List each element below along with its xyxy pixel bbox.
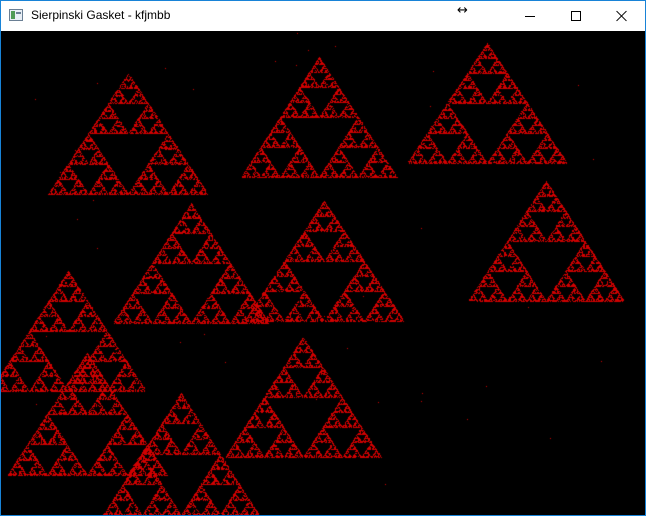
title-bar[interactable]: Sierpinski Gasket - kfjmbb ↔ (1, 1, 645, 31)
close-icon (616, 10, 628, 22)
maximize-button[interactable] (553, 1, 599, 31)
close-button[interactable] (599, 1, 645, 31)
app-window: Sierpinski Gasket - kfjmbb ↔ (0, 0, 646, 516)
drawing-canvas-area[interactable] (1, 31, 645, 515)
sierpinski-canvas[interactable] (1, 31, 645, 515)
resize-cursor-icon: ↔ (457, 3, 468, 18)
app-window-icon[interactable] (9, 9, 23, 21)
minimize-button[interactable] (507, 1, 553, 31)
maximize-icon (571, 11, 581, 21)
window-title: Sierpinski Gasket - kfjmbb (31, 8, 171, 22)
minimize-icon (525, 15, 535, 17)
